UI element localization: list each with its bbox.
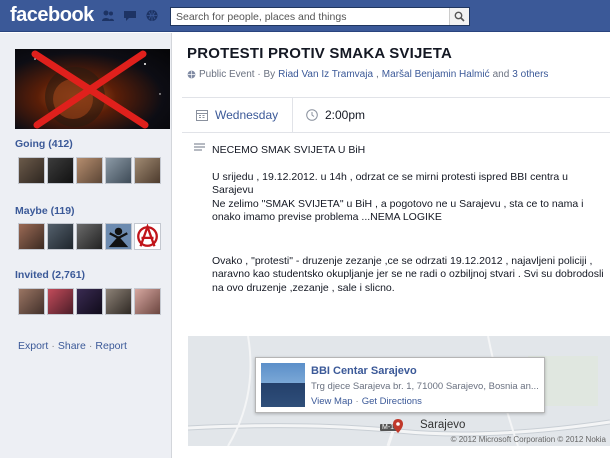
- map-copyright: © 2012 Microsoft Corporation © 2012 Noki…: [450, 435, 606, 444]
- place-card: BBI Centar Sarajevo Trg djece Sarajeva b…: [255, 357, 545, 413]
- avatar[interactable]: [18, 157, 45, 184]
- map-pin-icon[interactable]: [393, 419, 403, 433]
- top-bar: facebook: [0, 0, 610, 32]
- place-photo[interactable]: [261, 363, 305, 407]
- event-time: 2:00pm: [306, 108, 365, 122]
- place-name[interactable]: BBI Centar Sarajevo: [311, 365, 417, 377]
- event-cover-photo[interactable]: [15, 49, 170, 129]
- and-text: and: [492, 69, 510, 80]
- event-time-text: 2:00pm: [325, 108, 366, 122]
- earth-crossed-image: [31, 50, 161, 129]
- view-map-link[interactable]: View Map: [311, 396, 353, 407]
- sidebar-links: Export · Share · Report: [18, 340, 127, 352]
- going-heading[interactable]: Going (412): [15, 138, 73, 150]
- event-date[interactable]: Wednesday: [196, 108, 278, 122]
- globe-small-icon: [187, 70, 196, 79]
- description-paragraph: Ne zelimo "SMAK SVIJETA" u BiH , a pogot…: [212, 197, 584, 224]
- avatar[interactable]: [134, 223, 161, 250]
- avatar[interactable]: [76, 288, 103, 315]
- search-icon: [454, 11, 465, 22]
- event-subline: Public Event · By Riad Van Iz Tramvaja, …: [187, 69, 548, 80]
- avatar[interactable]: [76, 223, 103, 250]
- host-link[interactable]: Riad Van Iz Tramvaja: [278, 69, 373, 80]
- avatar[interactable]: [134, 157, 161, 184]
- get-directions-link[interactable]: Get Directions: [362, 396, 422, 407]
- share-link[interactable]: Share: [58, 340, 86, 352]
- globe-icon[interactable]: [145, 9, 159, 22]
- anarchy-icon: [137, 223, 158, 247]
- facebook-logo[interactable]: facebook: [10, 4, 94, 27]
- silhouette-icon: [106, 224, 131, 249]
- search-input[interactable]: [171, 8, 449, 25]
- calendar-icon: [196, 110, 208, 121]
- description-heading: NECEMO SMAK SVIJETA U BiH: [212, 144, 366, 156]
- search-button[interactable]: [449, 8, 469, 25]
- avatar[interactable]: [47, 223, 74, 250]
- event-map[interactable]: M-18 Sarajevo BBI Centar Sarajevo Trg dj…: [188, 336, 610, 446]
- invited-avatars: [18, 288, 161, 315]
- event-title: PROTESTI PROTIV SMAKA SVIJETA: [187, 45, 452, 62]
- maybe-avatars: [18, 223, 161, 250]
- event-type: Public Event · By: [199, 69, 276, 80]
- avatar[interactable]: [76, 157, 103, 184]
- divider: [292, 98, 293, 132]
- event-day[interactable]: Wednesday: [215, 108, 278, 122]
- messages-icon[interactable]: [123, 9, 137, 22]
- avatar[interactable]: [18, 223, 45, 250]
- description-paragraph: U srijedu , 19.12.2012. u 14h , odrzat c…: [212, 170, 569, 197]
- maybe-heading[interactable]: Maybe (119): [15, 205, 75, 217]
- export-link[interactable]: Export: [18, 340, 48, 352]
- separator: ·: [355, 396, 359, 407]
- separator: ·: [51, 340, 55, 352]
- report-link[interactable]: Report: [95, 340, 127, 352]
- avatar[interactable]: [105, 223, 132, 250]
- search-box[interactable]: [170, 7, 470, 26]
- avatar[interactable]: [47, 288, 74, 315]
- left-sidebar: Going (412) Maybe (119) Invited (2,761) …: [0, 33, 172, 458]
- friends-icon[interactable]: [101, 9, 115, 22]
- event-time-bar: Wednesday 2:00pm: [182, 97, 610, 133]
- avatar[interactable]: [105, 157, 132, 184]
- separator: ,: [376, 69, 379, 80]
- invited-heading[interactable]: Invited (2,761): [15, 269, 85, 281]
- place-actions: View Map · Get Directions: [311, 396, 422, 407]
- avatar[interactable]: [134, 288, 161, 315]
- avatar[interactable]: [47, 157, 74, 184]
- place-address: Trg djece Sarajeva br. 1, 71000 Sarajevo…: [311, 381, 539, 392]
- host-link[interactable]: Maršal Benjamin Halmić: [382, 69, 490, 80]
- going-avatars: [18, 157, 161, 184]
- event-description: NECEMO SMAK SVIJETA U BiH U srijedu , 19…: [212, 144, 607, 308]
- avatar[interactable]: [105, 288, 132, 315]
- description-lines-icon: [194, 143, 205, 151]
- separator: ·: [88, 340, 93, 352]
- avatar[interactable]: [18, 288, 45, 315]
- event-main: PROTESTI PROTIV SMAKA SVIJETA Public Eve…: [172, 33, 610, 458]
- map-city-label: Sarajevo: [420, 419, 466, 431]
- clock-icon: [306, 109, 318, 121]
- others-link[interactable]: 3 others: [512, 69, 548, 80]
- description-paragraph: Ovako , "protesti" - druzenje zezanje ,c…: [212, 254, 604, 294]
